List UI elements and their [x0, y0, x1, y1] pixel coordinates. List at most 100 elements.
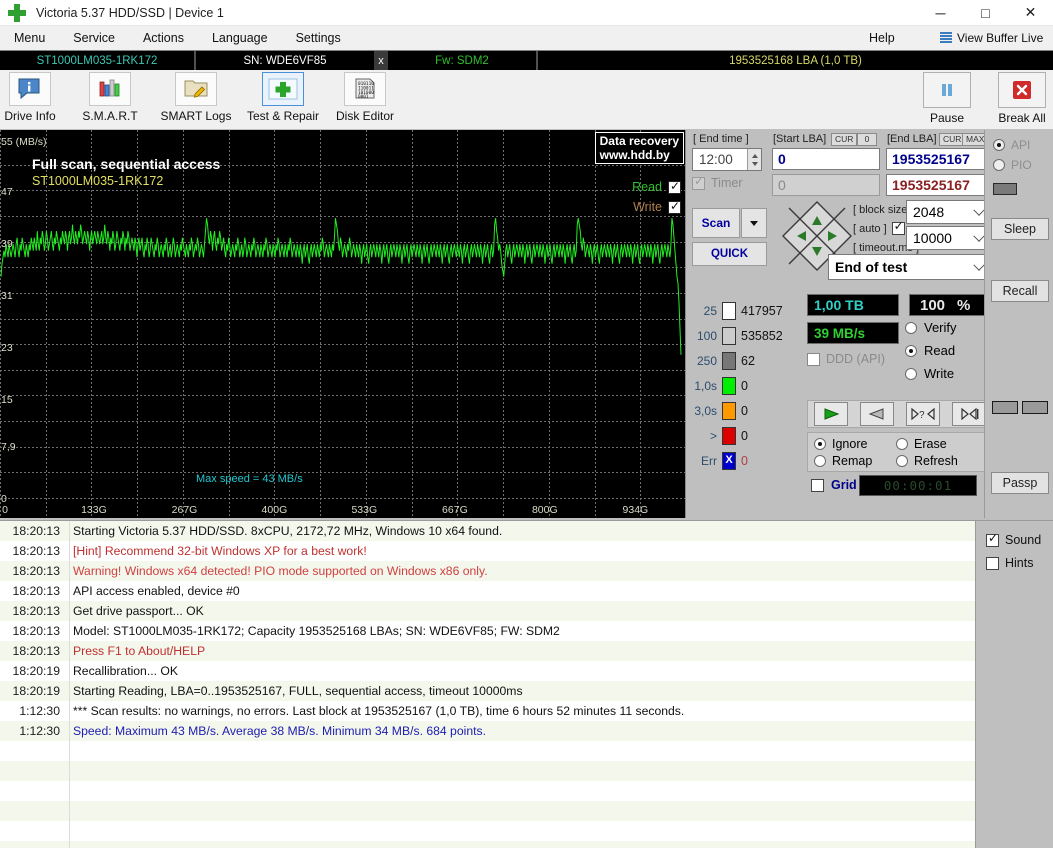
- log-timestamp: 1:12:30: [19, 704, 60, 718]
- pio-radio[interactable]: [993, 159, 1005, 171]
- scan-button[interactable]: Scan: [692, 208, 740, 238]
- toolbar-button-smart-logs[interactable]: SMART Logs: [155, 72, 237, 123]
- start-lba-cur-value[interactable]: 0: [857, 133, 877, 146]
- auto-checkbox[interactable]: [891, 219, 905, 235]
- action-erase[interactable]: Erase: [896, 437, 947, 451]
- log-row[interactable]: 18:20:13 Starting Victoria 5.37 HDD/SSD. …: [0, 521, 975, 541]
- speed-graph[interactable]: 55 (MB/s) 47 39 31 23 15 7,9 0 0 133G 267G 400G 533…: [0, 130, 686, 518]
- ddd-checkbox[interactable]: [807, 352, 820, 366]
- grid-checkbox[interactable]: [811, 478, 824, 492]
- sleep-button[interactable]: Sleep: [991, 218, 1049, 240]
- auto-toggle[interactable]: [ auto ]: [853, 219, 905, 235]
- mode-write[interactable]: Write: [905, 366, 954, 381]
- toolbar-button-drive-info[interactable]: Drive Info: [0, 72, 60, 123]
- mode-write-radio[interactable]: [905, 367, 917, 380]
- sound-toggle[interactable]: Sound: [986, 531, 1041, 547]
- end-lba-secondary-field[interactable]: 1953525167: [886, 174, 998, 196]
- end-time-field[interactable]: 12:00: [692, 148, 762, 171]
- api-option[interactable]: API: [993, 138, 1030, 152]
- toolbar-button-pause[interactable]: Pause: [918, 72, 976, 125]
- log-row[interactable]: 18:20:13 Press F1 to About/HELP: [0, 641, 975, 661]
- menu-item-settings[interactable]: Settings: [282, 26, 355, 50]
- chevron-down-icon: [750, 221, 758, 226]
- start-lba-secondary-field[interactable]: 0: [772, 174, 880, 196]
- elapsed-value: 00:00:01: [883, 478, 953, 493]
- start-lba-cur-button[interactable]: CUR: [831, 133, 858, 146]
- log-row[interactable]: 18:20:13 Model: ST1000LM035-1RK172; Capac…: [0, 621, 975, 641]
- log-row[interactable]: 18:20:19 Starting Reading, LBA=0..1953525…: [0, 681, 975, 701]
- timeout-select[interactable]: 10000: [906, 226, 991, 250]
- end-lba-field[interactable]: 1953525167: [886, 148, 998, 170]
- log-row[interactable]: 18:20:13 Warning! Windows x64 detected! P…: [0, 561, 975, 581]
- hints-toggle[interactable]: Hints: [986, 556, 1033, 570]
- end-of-test-select[interactable]: End of test: [828, 254, 991, 280]
- quick-button[interactable]: QUICK: [692, 242, 767, 266]
- legend-write-checkbox[interactable]: [668, 199, 681, 214]
- log-timestamp: 18:20:13: [12, 604, 60, 618]
- end-lba-label: [End LBA]: [887, 133, 937, 145]
- legend-read-checkbox[interactable]: [668, 179, 681, 194]
- legend-write[interactable]: Write: [633, 199, 681, 214]
- log-row[interactable]: 1:12:30 Speed: Maximum 43 MB/s. Average 3…: [0, 721, 975, 741]
- seek-unknown-icon[interactable]: ?: [906, 402, 940, 426]
- maximize-button[interactable]: □: [963, 0, 1008, 26]
- log-row[interactable]: 18:20:13 Get drive passport... OK: [0, 601, 975, 621]
- api-radio[interactable]: [993, 139, 1005, 151]
- toolbar-button-test-repair[interactable]: Test & Repair: [243, 72, 323, 123]
- play-icon[interactable]: [814, 402, 848, 426]
- mode-read-radio[interactable]: [905, 344, 917, 357]
- view-buffer-live-button[interactable]: View Buffer Live: [940, 31, 1043, 45]
- log-row[interactable]: 18:20:13 [Hint] Recommend 32-bit Windows …: [0, 541, 975, 561]
- mode-verify-radio[interactable]: [905, 321, 917, 334]
- toolbar-button-break-all[interactable]: Break All: [992, 72, 1052, 125]
- bottom-right-panel: Sound Hints: [975, 520, 1053, 848]
- menu-item-actions[interactable]: Actions: [129, 26, 198, 50]
- close-tab-button[interactable]: x: [374, 50, 388, 71]
- window-title: Victoria 5.37 HDD/SSD | Device 1: [36, 5, 224, 20]
- grid-toggle[interactable]: Grid: [811, 478, 857, 492]
- action-remap[interactable]: Remap: [814, 454, 872, 468]
- speed-display: 39 MB/s: [807, 322, 899, 344]
- toolbar-button-disk-editor[interactable]: 010110 110011 101000 0001 Disk Editor: [328, 72, 402, 123]
- sound-checkbox[interactable]: [986, 531, 999, 547]
- log-timestamp: 18:20:19: [12, 664, 60, 678]
- drive-model[interactable]: ST1000LM035-1RK172: [0, 50, 196, 71]
- log-row[interactable]: 18:20:13 API access enabled, device #0: [0, 581, 975, 601]
- chevron-down-icon: [973, 230, 985, 242]
- ddd-toggle[interactable]: DDD (API): [807, 352, 885, 366]
- action-refresh-radio[interactable]: [896, 455, 908, 467]
- mode-verify[interactable]: Verify: [905, 320, 957, 335]
- toolbar-button-smart[interactable]: S.M.A.R.T: [74, 72, 146, 123]
- menu-item-menu[interactable]: Menu: [0, 26, 59, 50]
- action-refresh[interactable]: Refresh: [896, 454, 958, 468]
- mode-write-label: Write: [924, 366, 955, 381]
- scan-dropdown-button[interactable]: [741, 208, 767, 238]
- mode-read[interactable]: Read: [905, 343, 955, 358]
- menu-item-service[interactable]: Service: [59, 26, 129, 50]
- menu-item-language[interactable]: Language: [198, 26, 282, 50]
- log-panel[interactable]: 18:20:13 Starting Victoria 5.37 HDD/SSD. …: [0, 520, 975, 848]
- end-time-spinner[interactable]: [747, 149, 761, 170]
- log-message: Get drive passport... OK: [73, 604, 204, 618]
- block-size-select[interactable]: 2048: [906, 200, 991, 224]
- block-stats: 25 417957 100 535852 250 62 1,0s 0 3,0s 0 >0 Err X 0: [687, 298, 805, 473]
- log-row[interactable]: 18:20:19 Recallibration... OK: [0, 661, 975, 681]
- action-ignore-radio[interactable]: [814, 438, 826, 450]
- start-lba-field[interactable]: 0: [772, 148, 880, 170]
- minimize-button[interactable]: ─: [918, 0, 963, 26]
- action-ignore[interactable]: Ignore: [814, 437, 867, 451]
- passp-button[interactable]: Passp: [991, 472, 1049, 494]
- timer-checkbox[interactable]: [692, 174, 705, 190]
- recall-button[interactable]: Recall: [991, 280, 1049, 302]
- hints-checkbox[interactable]: [986, 556, 999, 570]
- action-erase-radio[interactable]: [896, 438, 908, 450]
- skip-start-icon[interactable]: [952, 402, 986, 426]
- log-row[interactable]: 1:12:30 *** Scan results: no warnings, no…: [0, 701, 975, 721]
- pio-option[interactable]: PIO: [993, 158, 1032, 172]
- close-button[interactable]: ✕: [1008, 0, 1053, 26]
- timer-toggle[interactable]: Timer: [692, 174, 742, 190]
- rewind-icon[interactable]: [860, 402, 894, 426]
- action-remap-radio[interactable]: [814, 455, 826, 467]
- menu-item-help[interactable]: Help: [855, 26, 909, 50]
- legend-read[interactable]: Read: [632, 179, 681, 194]
